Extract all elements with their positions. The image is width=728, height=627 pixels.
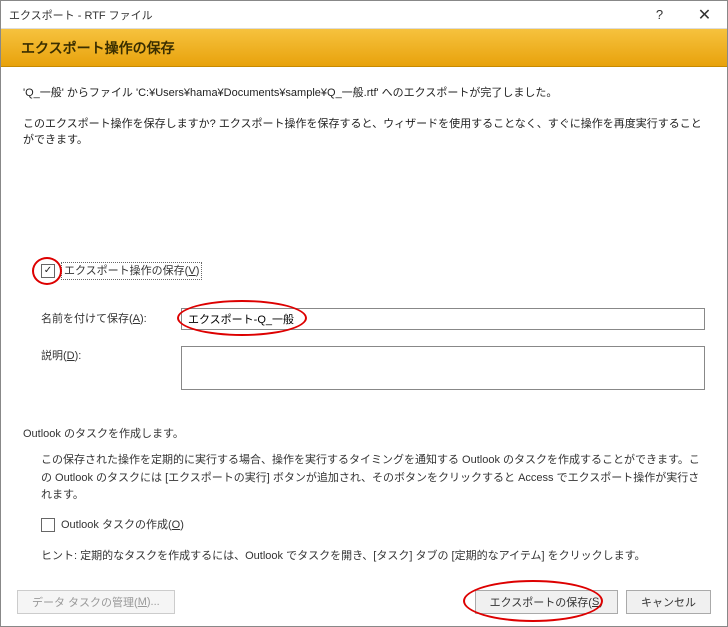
window-title: エクスポート - RTF ファイル bbox=[1, 7, 637, 23]
save-export-checkbox-label[interactable]: エクスポート操作の保存(V) bbox=[61, 262, 202, 281]
export-complete-message: 'Q_一般' からファイル 'C:¥Users¥hama¥Documents¥s… bbox=[23, 85, 705, 102]
save-export-button[interactable]: エクスポートの保存(S) bbox=[475, 590, 618, 614]
outlook-heading: Outlook のタスクを作成します。 bbox=[23, 426, 705, 443]
save-name-input[interactable] bbox=[181, 308, 705, 330]
save-export-checkbox[interactable]: ✓ bbox=[41, 264, 55, 278]
wizard-content: 'Q_一般' からファイル 'C:¥Users¥hama¥Documents¥s… bbox=[1, 67, 727, 582]
help-button[interactable]: ? bbox=[637, 1, 682, 29]
save-prompt-message: このエクスポート操作を保存しますか? エクスポート操作を保存すると、ウィザードを… bbox=[23, 116, 705, 149]
description-input[interactable] bbox=[181, 346, 705, 390]
outlook-task-checkbox[interactable] bbox=[41, 518, 55, 532]
outlook-task-checkbox-row: Outlook タスクの作成(O) bbox=[41, 517, 705, 534]
manage-data-tasks-button[interactable]: データ タスクの管理(M)... bbox=[17, 590, 175, 614]
wizard-header: エクスポート操作の保存 bbox=[1, 29, 727, 67]
export-wizard-window: エクスポート - RTF ファイル ? ✕ エクスポート操作の保存 'Q_一般'… bbox=[0, 0, 728, 627]
description-label: 説明(D): bbox=[41, 346, 181, 365]
outlook-hint: ヒント: 定期的なタスクを作成するには、Outlook でタスクを開き、[タスク… bbox=[41, 548, 705, 565]
wizard-header-title: エクスポート操作の保存 bbox=[21, 38, 175, 58]
outlook-task-checkbox-label[interactable]: Outlook タスクの作成(O) bbox=[61, 517, 184, 534]
titlebar: エクスポート - RTF ファイル ? ✕ bbox=[1, 1, 727, 29]
wizard-footer: データ タスクの管理(M)... エクスポートの保存(S) キャンセル bbox=[1, 582, 727, 626]
save-name-row: 名前を付けて保存(A): bbox=[41, 308, 705, 330]
description-row: 説明(D): bbox=[41, 346, 705, 396]
outlook-body-text: この保存された操作を定期的に実行する場合、操作を実行するタイミングを通知する O… bbox=[41, 452, 705, 505]
close-button[interactable]: ✕ bbox=[682, 1, 727, 29]
save-export-checkbox-row: ✓ エクスポート操作の保存(V) bbox=[41, 262, 705, 281]
save-name-label: 名前を付けて保存(A): bbox=[41, 311, 181, 328]
cancel-button[interactable]: キャンセル bbox=[626, 590, 711, 614]
